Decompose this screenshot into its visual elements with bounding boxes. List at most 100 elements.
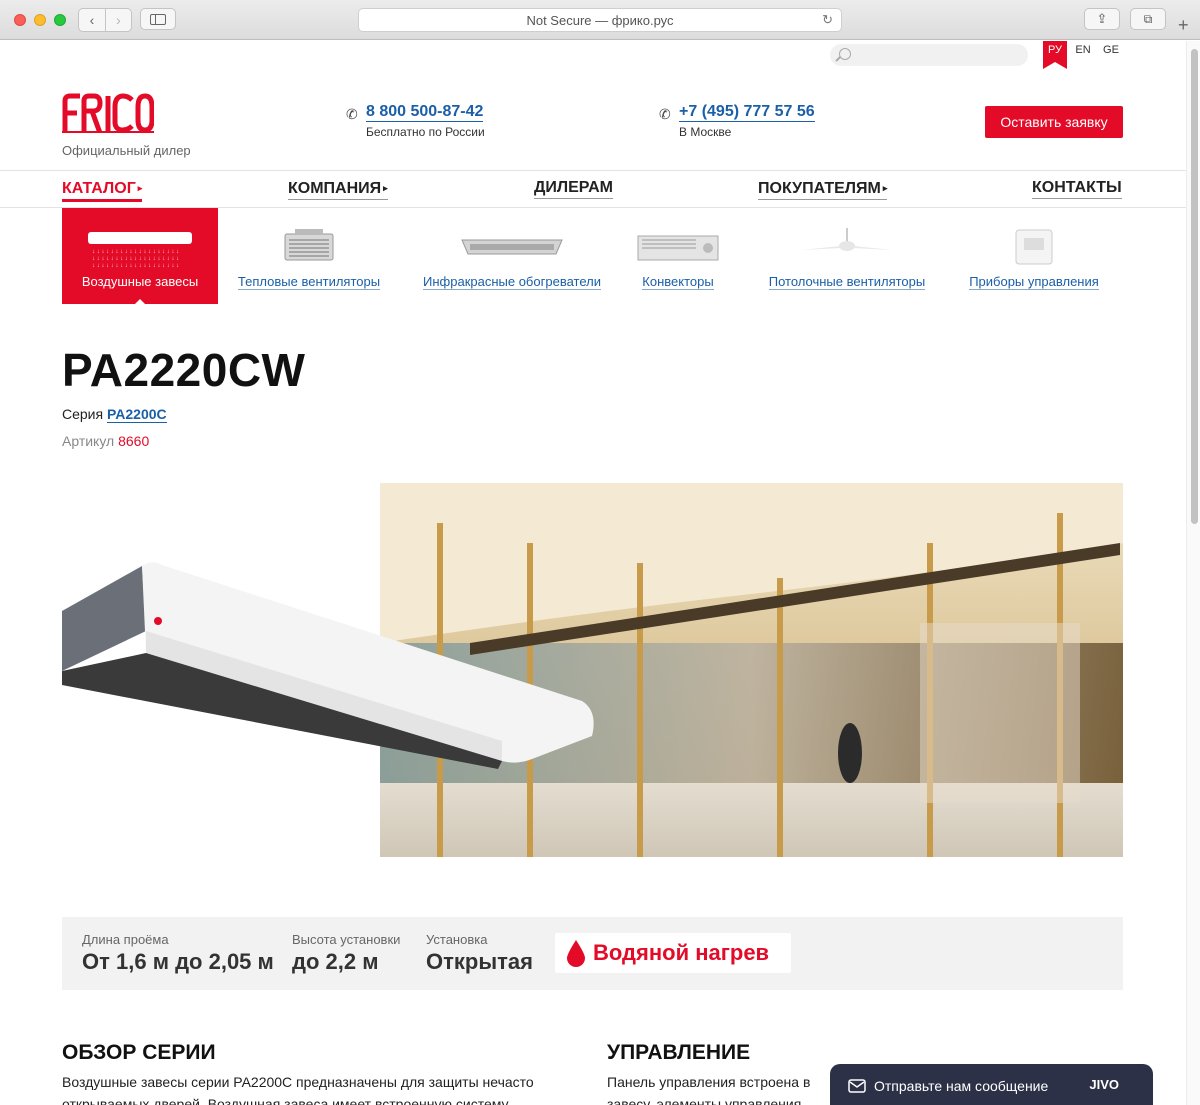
svg-text:↓ ↓ ↓ ↓ ↓ ↓ ↓ ↓ ↓ ↓ ↓ ↓ ↓ ↓ ↓: ↓ ↓ ↓ ↓ ↓ ↓ ↓ ↓ ↓ ↓ ↓ ↓ ↓ ↓ ↓ ↓ ↓ ↓ ↓ — [92, 263, 179, 268]
phone-icon: ✆ — [346, 106, 358, 122]
air-curtain-icon: ↓ ↓ ↓ ↓ ↓ ↓ ↓ ↓ ↓ ↓ ↓ ↓ ↓ ↓ ↓ ↓ ↓ ↓ ↓ ↓ … — [88, 232, 192, 268]
browser-toolbar: ‹ › Not Secure — фрико.рус ↻ ⇪ ⧉ + — [0, 0, 1200, 40]
category-label: Инфракрасные обогреватели — [423, 274, 601, 290]
lang-ru[interactable]: РУ — [1043, 41, 1067, 69]
spec-label: Высота установки — [292, 932, 401, 947]
category-label: Воздушные завесы — [81, 274, 199, 289]
nav-dealers[interactable]: ДИЛЕРАМ — [534, 178, 613, 199]
address-text: Not Secure — фрико.рус — [526, 12, 674, 28]
product-series: Серия PA2200C — [62, 406, 167, 423]
control-text: Панель управления встроена в завесу, эле… — [607, 1074, 811, 1105]
spec-bar: Длина проёма От 1,6 м до 2,05 м Высота у… — [62, 917, 1123, 990]
chevron-right-icon: ▸ — [882, 183, 888, 193]
convector-icon — [637, 235, 719, 261]
infrared-heater-icon — [461, 239, 563, 255]
tabs-icon: ⧉ — [1143, 11, 1153, 26]
chat-label: Отправьте нам сообщение — [874, 1078, 1049, 1094]
phone-free-number[interactable]: 8 800 500-87-42 — [366, 103, 484, 122]
overview-text: Воздушные завесы серии PA2200C предназна… — [62, 1074, 534, 1105]
share-icon: ⇪ — [1096, 11, 1108, 26]
main-nav: КАТАЛОГ ▸ КОМПАНИЯ ▸ ДИЛЕРАМ ПОКУПАТЕЛЯМ ▸ … — [0, 172, 1186, 208]
search-input[interactable] — [858, 46, 1018, 64]
minimize-window-button[interactable] — [34, 14, 46, 26]
category-infrared-heaters[interactable]: Инфракрасные обогреватели — [412, 208, 612, 304]
spec-value: Открытая — [426, 949, 533, 974]
share-button[interactable]: ⇪ — [1084, 8, 1120, 30]
phone-free: ✆ 8 800 500-87-42 Бесплатно по России — [346, 103, 485, 139]
phone-free-note: Бесплатно по России — [366, 125, 485, 139]
phone-icon: ✆ — [659, 106, 671, 122]
nav-buyers[interactable]: ПОКУПАТЕЛЯМ ▸ — [758, 178, 888, 200]
chevron-right-icon: ▸ — [383, 183, 388, 193]
category-label: Конвекторы — [642, 274, 714, 290]
badge-text: Водяной нагрев — [593, 940, 770, 965]
product-image — [62, 561, 602, 786]
address-bar[interactable]: Not Secure — фрико.рус ↻ — [358, 8, 842, 32]
ceiling-fan-icon — [801, 228, 893, 251]
nav-catalog[interactable]: КАТАЛОГ ▸ — [62, 178, 143, 202]
search-icon — [839, 48, 851, 60]
spec-value: От 1,6 м до 2,05 м — [82, 949, 274, 974]
tab-overview-button[interactable]: ⧉ — [1130, 8, 1166, 30]
category-label: Приборы управления — [969, 274, 1099, 290]
category-label: Потолочные вентиляторы — [768, 274, 926, 290]
spec-label: Длина проёма — [82, 932, 169, 947]
article-label: Артикул — [62, 433, 115, 449]
product-title: PA2220CW — [62, 344, 306, 396]
phone-moscow-number[interactable]: +7 (495) 777 57 56 — [679, 103, 815, 122]
nav-company[interactable]: КОМПАНИЯ ▸ — [288, 178, 388, 200]
nav-buyers-label: ПОКУПАТЕЛЯМ — [758, 180, 881, 197]
history-buttons: ‹ › — [78, 8, 132, 32]
back-button[interactable]: ‹ — [79, 9, 105, 31]
category-air-curtains[interactable]: ↓ ↓ ↓ ↓ ↓ ↓ ↓ ↓ ↓ ↓ ↓ ↓ ↓ ↓ ↓ ↓ ↓ ↓ ↓ ↓ … — [62, 208, 218, 305]
svg-text:↓ ↓ ↓ ↓ ↓ ↓ ↓ ↓ ↓ ↓ ↓ ↓ ↓ ↓ ↓: ↓ ↓ ↓ ↓ ↓ ↓ ↓ ↓ ↓ ↓ ↓ ↓ ↓ ↓ ↓ ↓ ↓ ↓ ↓ — [92, 256, 179, 262]
mail-icon — [848, 1079, 866, 1093]
nav-company-label: КОМПАНИЯ — [288, 180, 382, 197]
nav-contacts[interactable]: КОНТАКТЫ — [1032, 178, 1122, 199]
search-box[interactable] — [830, 44, 1028, 66]
chat-brand-logo: JIVO — [1089, 1077, 1119, 1092]
zoom-window-button[interactable] — [54, 14, 66, 26]
spec-installation: Установка Открытая — [426, 932, 533, 975]
category-bar: ↓ ↓ ↓ ↓ ↓ ↓ ↓ ↓ ↓ ↓ ↓ ↓ ↓ ↓ ↓ ↓ ↓ ↓ ↓ ↓ … — [0, 208, 1186, 308]
water-drop-icon — [567, 940, 585, 967]
spec-value: до 2,2 м — [292, 949, 379, 974]
category-label: Тепловые вентиляторы — [237, 274, 381, 290]
control-heading: УПРАВЛЕНИЕ — [607, 1041, 751, 1064]
reload-icon[interactable]: ↻ — [822, 12, 833, 28]
category-ceiling-fans[interactable]: Потолочные вентиляторы — [758, 208, 936, 304]
product-article: Артикул 8660 — [62, 433, 149, 449]
lang-en[interactable]: EN — [1071, 41, 1095, 63]
nav-contacts-label: КОНТАКТЫ — [1032, 179, 1122, 196]
new-tab-button[interactable]: + — [1178, 16, 1189, 34]
forward-button[interactable]: › — [105, 9, 131, 31]
page-scrollbar[interactable] — [1186, 41, 1200, 1105]
nav-catalog-label: КАТАЛОГ — [62, 180, 136, 197]
utility-bar: РУ EN GE — [0, 41, 1186, 71]
sidebar-toggle-button[interactable] — [140, 8, 176, 30]
nav-dealers-label: ДИЛЕРАМ — [534, 179, 613, 196]
sidebar-icon — [150, 13, 166, 25]
overview-heading: ОБЗОР СЕРИИ — [62, 1041, 216, 1064]
svg-text:↓ ↓ ↓ ↓ ↓ ↓ ↓ ↓ ↓ ↓ ↓ ↓ ↓ ↓ ↓: ↓ ↓ ↓ ↓ ↓ ↓ ↓ ↓ ↓ ↓ ↓ ↓ ↓ ↓ ↓ ↓ ↓ ↓ ↓ — [92, 249, 179, 255]
category-convectors[interactable]: Конвекторы — [632, 208, 724, 304]
category-fan-heaters[interactable]: Тепловые вентиляторы — [230, 208, 388, 304]
lang-ge[interactable]: GE — [1099, 41, 1123, 63]
spec-install-height: Высота установки до 2,2 м — [292, 932, 400, 975]
phone-moscow: ✆ +7 (495) 777 57 56 В Москве — [659, 103, 815, 139]
series-link[interactable]: PA2200C — [106, 406, 167, 423]
thermostat-icon — [1015, 229, 1053, 265]
chat-widget[interactable]: Отправьте нам сообщение JIVO — [830, 1064, 1153, 1105]
request-button[interactable]: Оставить заявку — [985, 106, 1123, 138]
chevron-right-icon: ▸ — [137, 183, 143, 193]
logo-subtitle: Официальный дилер — [62, 143, 191, 158]
phone-moscow-note: В Москве — [679, 125, 732, 139]
frico-logo[interactable] — [62, 93, 155, 138]
category-controls[interactable]: Приборы управления — [958, 208, 1110, 304]
site-header: Официальный дилер ✆ 8 800 500-87-42 Бесп… — [0, 71, 1186, 171]
close-window-button[interactable] — [14, 14, 26, 26]
web-page: РУ EN GE Официальный дилер ✆ 8 800 500-8… — [0, 41, 1186, 1105]
window-controls — [14, 14, 66, 26]
fan-heater-icon — [284, 229, 334, 261]
scrollbar-thumb[interactable] — [1191, 49, 1198, 524]
